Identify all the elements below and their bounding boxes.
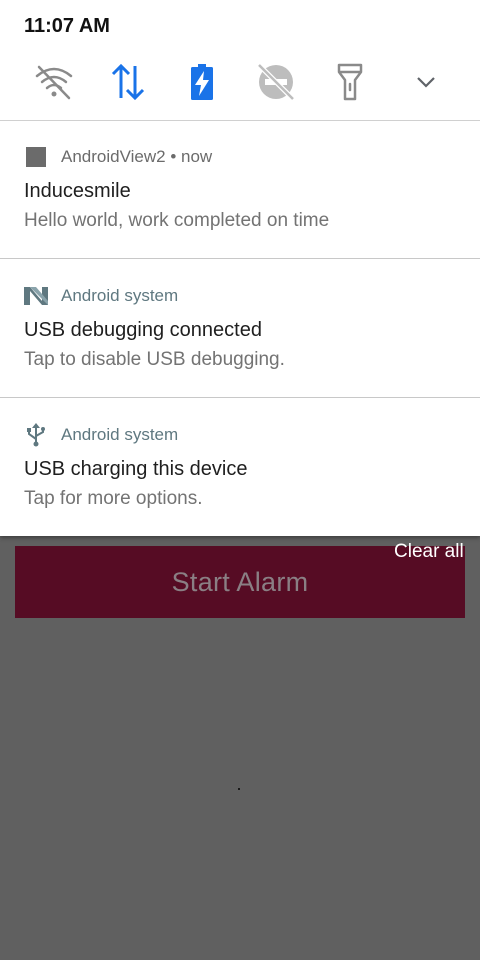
notification-app-name: AndroidView2 • now [61, 147, 213, 166]
android-n-icon [24, 284, 48, 308]
notification-header: AndroidView2 • now [24, 145, 212, 169]
quick-settings-row [0, 56, 480, 110]
notification-divider [0, 258, 480, 259]
notification-text: Hello world, work completed on time [24, 210, 330, 231]
notification-title: Inducesmile [24, 180, 131, 202]
notification-text: Tap to disable USB debugging. [24, 349, 285, 370]
flashlight-icon[interactable] [330, 62, 370, 102]
notification-shade: 11:07 AM AndroidView2 • now Inducesmile … [0, 0, 480, 536]
notification-title: USB debugging connected [24, 319, 262, 341]
square-app-icon [24, 145, 48, 169]
notification-title: USB charging this device [24, 458, 248, 480]
notification-usb-charging[interactable]: Android system USB charging this device … [0, 399, 480, 537]
wifi-off-icon[interactable] [34, 62, 74, 102]
clear-all-button[interactable]: Clear all [394, 541, 464, 563]
expand-chevron-icon[interactable] [406, 62, 446, 102]
notification-divider [0, 397, 480, 398]
notification-app-name: Android system [61, 425, 179, 444]
notification-header: Android system [24, 284, 178, 308]
notification-text: Tap for more options. [24, 488, 203, 509]
notification-usb-debugging[interactable]: Android system USB debugging connected T… [0, 260, 480, 398]
battery-saver-icon[interactable] [182, 62, 222, 102]
notification-app-name: Android system [61, 286, 179, 305]
do-not-disturb-off-icon[interactable] [256, 62, 296, 102]
usb-icon [24, 423, 48, 447]
status-time: 11:07 AM [24, 15, 110, 37]
notification-header: Android system [24, 423, 178, 447]
mobile-data-icon[interactable] [108, 62, 148, 102]
center-dot [238, 788, 240, 790]
notification-androidview2[interactable]: AndroidView2 • now Inducesmile Hello wor… [0, 121, 480, 259]
